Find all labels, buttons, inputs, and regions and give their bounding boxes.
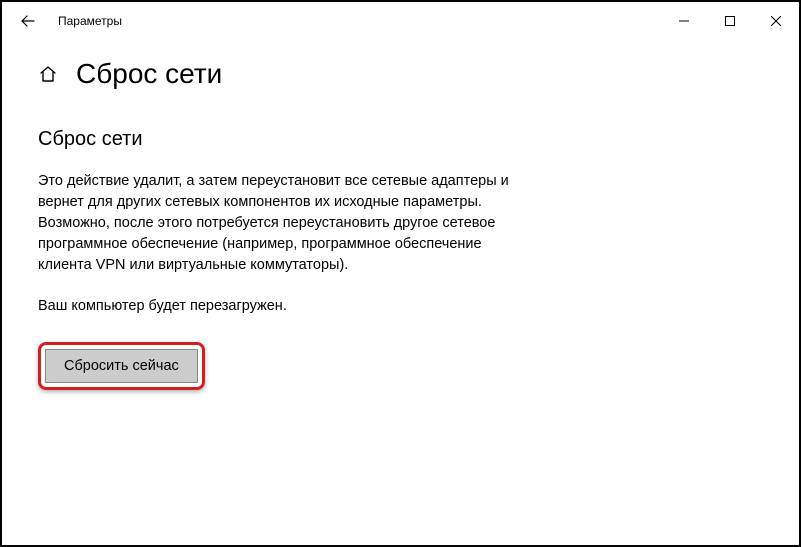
close-icon: [771, 16, 781, 26]
arrow-left-icon: [21, 14, 35, 28]
minimize-icon: [679, 16, 689, 26]
reset-now-button[interactable]: Сбросить сейчас: [45, 349, 198, 383]
description-text: Это действие удалит, а затем переустанов…: [38, 171, 518, 276]
back-button[interactable]: [16, 14, 40, 28]
minimize-button[interactable]: [661, 2, 707, 40]
content: Сброс сети Это действие удалит, а затем …: [2, 90, 799, 390]
home-button[interactable]: [38, 64, 58, 84]
reset-button-highlight: Сбросить сейчас: [38, 342, 205, 390]
window-title: Параметры: [58, 14, 661, 28]
close-button[interactable]: [753, 2, 799, 40]
titlebar: Параметры: [2, 2, 799, 40]
maximize-icon: [725, 16, 735, 26]
section-title: Сброс сети: [38, 128, 763, 151]
maximize-button[interactable]: [707, 2, 753, 40]
home-icon: [38, 64, 58, 84]
window-controls: [661, 2, 799, 40]
page-title: Сброс сети: [76, 58, 222, 90]
restart-note: Ваш компьютер будет перезагружен.: [38, 298, 763, 314]
page-header: Сброс сети: [2, 40, 799, 90]
